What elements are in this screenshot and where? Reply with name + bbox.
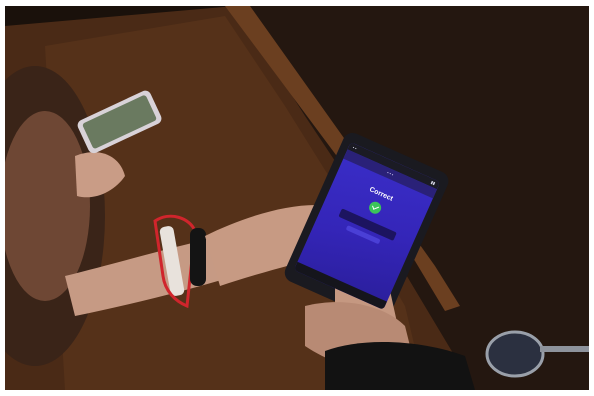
- photo-frame: ▪ ▪ ▮▮ ▪ ▪ ▪ Correct: [5, 6, 589, 390]
- check-icon: [367, 199, 384, 216]
- status-right: ▮▮: [430, 179, 437, 186]
- sunglasses-arm: [540, 346, 589, 352]
- scene-illustration: [5, 6, 589, 390]
- sunglasses-lens: [485, 330, 545, 378]
- black-watch-band: [190, 228, 206, 286]
- status-left: ▪ ▪: [351, 144, 358, 151]
